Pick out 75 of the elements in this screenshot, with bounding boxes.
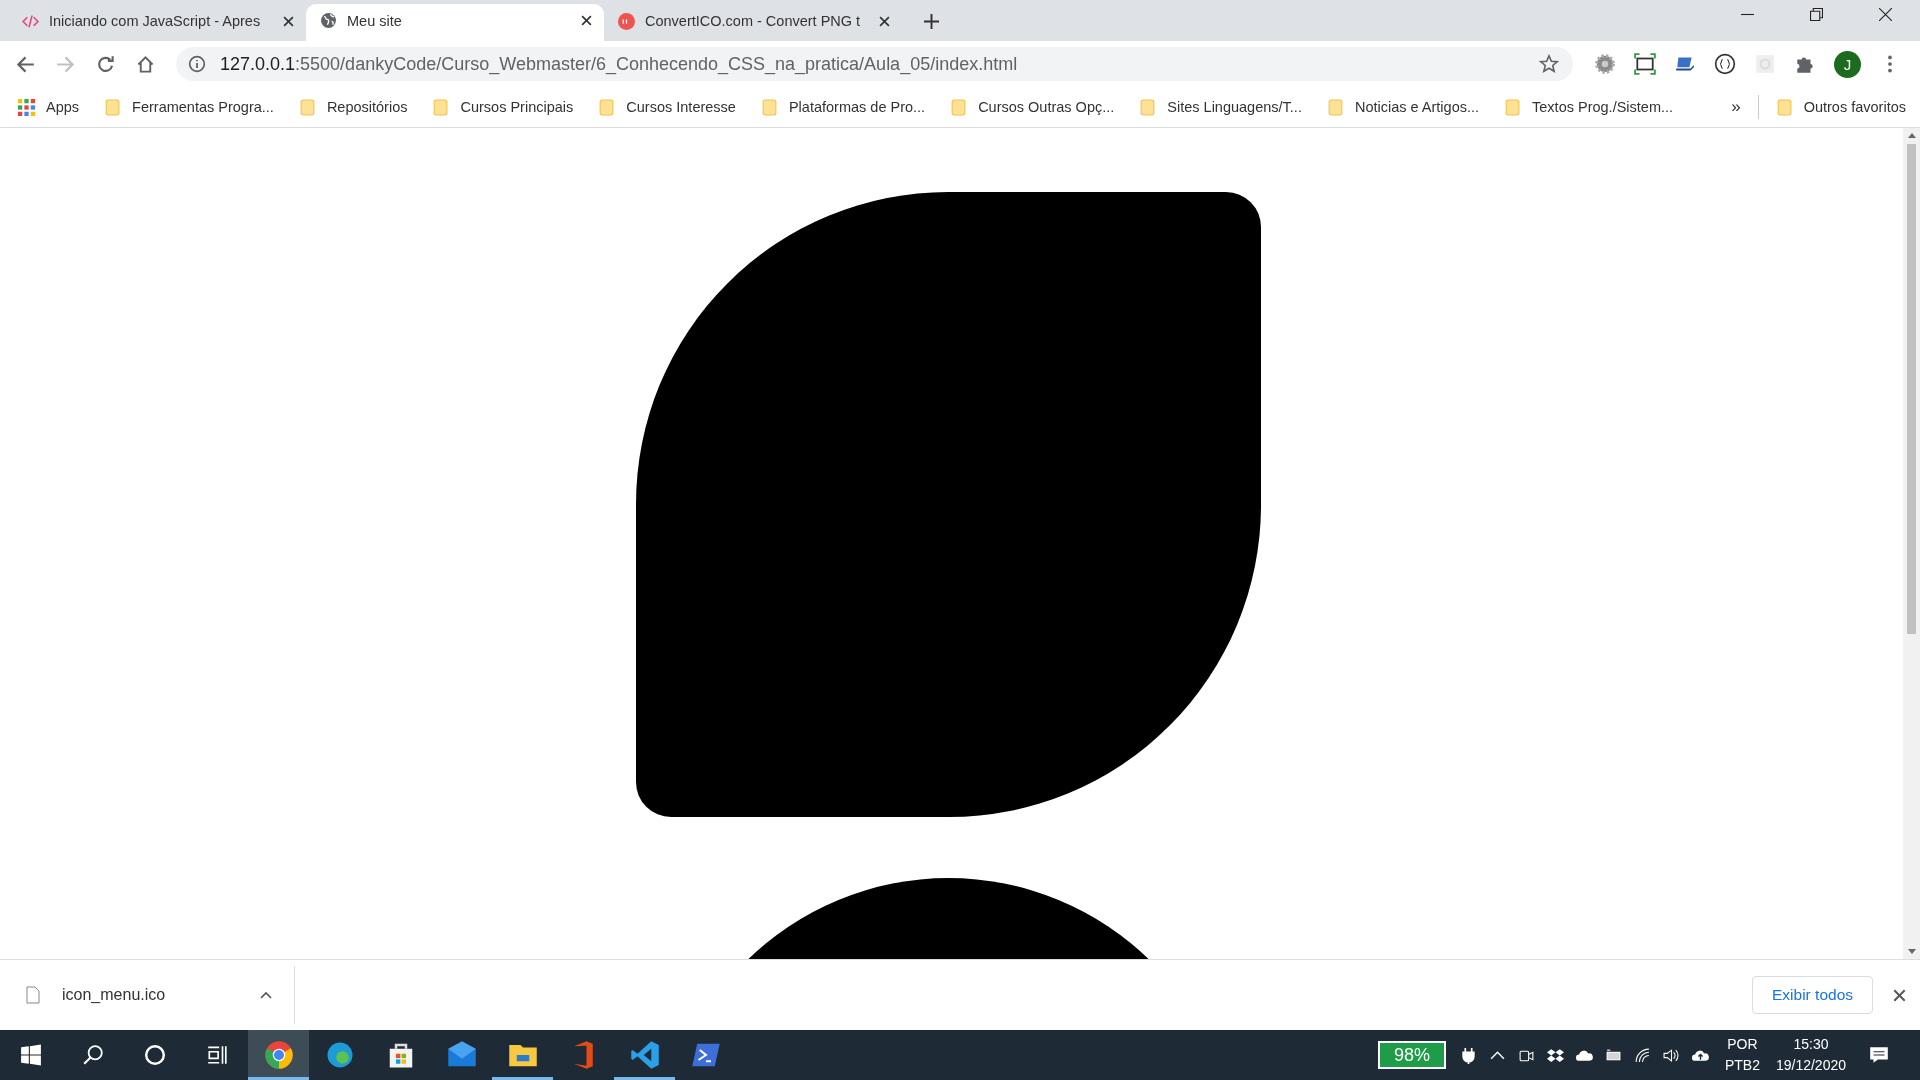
tab-title: Meu site <box>347 12 403 29</box>
back-icon[interactable] <box>16 54 35 74</box>
folder-icon <box>1504 98 1522 116</box>
url-text: 127.0.0.1:5500/dankyCode/Curso_Webmaster/6_Conhecendo_CSS_na_pratica/Aula_05/index.html <box>220 53 1018 75</box>
scrollbar[interactable] <box>1903 128 1920 959</box>
close-icon[interactable] <box>879 15 890 27</box>
bookmark[interactable]: Noticias e Artigos... <box>1326 98 1480 116</box>
time-text: 15:30 <box>1793 1035 1829 1054</box>
keyboard-layout: PTB2 <box>1724 1056 1760 1075</box>
braces-icon[interactable] <box>1714 53 1736 75</box>
close-icon[interactable] <box>1879 8 1892 21</box>
scroll-up-icon[interactable] <box>1906 131 1917 141</box>
chrome-like-icon <box>263 1040 294 1070</box>
close-icon[interactable] <box>283 15 294 27</box>
bookmark[interactable]: Ferramentas Progra... <box>104 98 274 116</box>
globe-icon <box>320 12 337 29</box>
show-all-button[interactable]: Exibir todos <box>1752 976 1873 1014</box>
circle-icon[interactable] <box>144 1044 166 1066</box>
bookmark[interactable]: Plataformas de Pro... <box>760 98 926 116</box>
folder-icon <box>1326 98 1344 116</box>
scrollbar-thumb[interactable] <box>1907 144 1916 634</box>
file-icon <box>26 986 40 1004</box>
apps-grid-icon <box>18 98 35 116</box>
bookmark[interactable]: Textos Prog./Sistem... <box>1504 98 1674 116</box>
folder-icon <box>1775 98 1793 116</box>
date-text: 19/12/2020 <box>1775 1056 1846 1075</box>
folder-icon <box>950 98 968 116</box>
browser-tab[interactable]: ConvertICO.com - Convert PNG t <box>604 7 902 41</box>
plug-icon[interactable] <box>1459 1046 1477 1064</box>
search-icon[interactable] <box>82 1044 104 1066</box>
battery-percentage[interactable]: 98% <box>1377 1041 1446 1069</box>
code-icon <box>22 12 39 30</box>
bookmark[interactable]: Cursos Principais <box>432 98 574 116</box>
app-icon <box>629 1040 660 1070</box>
folder-icon <box>432 98 450 116</box>
clock[interactable]: 15:30 19/12/2020 <box>1775 1034 1846 1076</box>
profile-avatar[interactable]: J <box>1834 50 1861 78</box>
bookmark[interactable]: Cursos Outras Opç... <box>950 98 1115 116</box>
home-icon[interactable] <box>136 54 155 74</box>
bookmark[interactable]: Apps <box>18 98 80 116</box>
new-tab-icon[interactable] <box>924 14 939 29</box>
folder-icon <box>1139 98 1157 116</box>
wifi-icon[interactable] <box>1633 1046 1651 1064</box>
tab-title: ConvertICO.com - Convert PNG t <box>645 13 862 29</box>
info-icon <box>188 55 206 73</box>
folder-icon <box>760 98 778 116</box>
folder-icon <box>598 98 616 116</box>
logo-icon <box>618 12 635 30</box>
bookmark[interactable]: Cursos Interesse <box>598 98 736 116</box>
address-bar[interactable]: 127.0.0.1:5500/dankyCode/Curso_Webmaster/6_Conhecendo_CSS_na_pratica/Aula_05/index.html <box>176 47 1573 81</box>
bookmark[interactable]: Sites Linguagens/T... <box>1139 98 1302 116</box>
tab-title: Iniciando com JavaScript - Apres <box>49 13 262 29</box>
screen-capture-icon[interactable] <box>1634 53 1656 75</box>
scroll-down-icon[interactable] <box>1906 946 1917 956</box>
more-bookmarks-button[interactable]: » <box>1731 97 1741 117</box>
language-code: POR <box>1727 1035 1758 1054</box>
language-indicator[interactable]: POR PTB2 <box>1724 1034 1760 1076</box>
dropbox-icon[interactable] <box>1546 1046 1564 1064</box>
folder-icon <box>104 98 122 116</box>
browser-tab[interactable]: Meu site <box>306 4 604 41</box>
bookmark[interactable]: Outros favoritos <box>1775 98 1906 116</box>
close-icon[interactable] <box>581 15 592 26</box>
speaker-icon[interactable] <box>1662 1046 1680 1064</box>
download-filename[interactable]: icon_menu.ico <box>62 986 260 1004</box>
close-icon[interactable] <box>1893 988 1906 1002</box>
windows-start-icon[interactable] <box>20 1044 42 1066</box>
folder-icon <box>298 98 316 116</box>
gear-icon[interactable] <box>1594 53 1616 75</box>
bookmark[interactable]: Repositórios <box>298 98 408 116</box>
task-view-icon[interactable] <box>206 1044 228 1066</box>
browser-tab[interactable]: Iniciando com JavaScript - Apres <box>8 7 306 41</box>
reload-icon[interactable] <box>96 54 115 74</box>
restore-icon[interactable] <box>1810 8 1823 21</box>
star-icon[interactable] <box>1539 54 1559 74</box>
caret-icon[interactable] <box>260 991 272 999</box>
